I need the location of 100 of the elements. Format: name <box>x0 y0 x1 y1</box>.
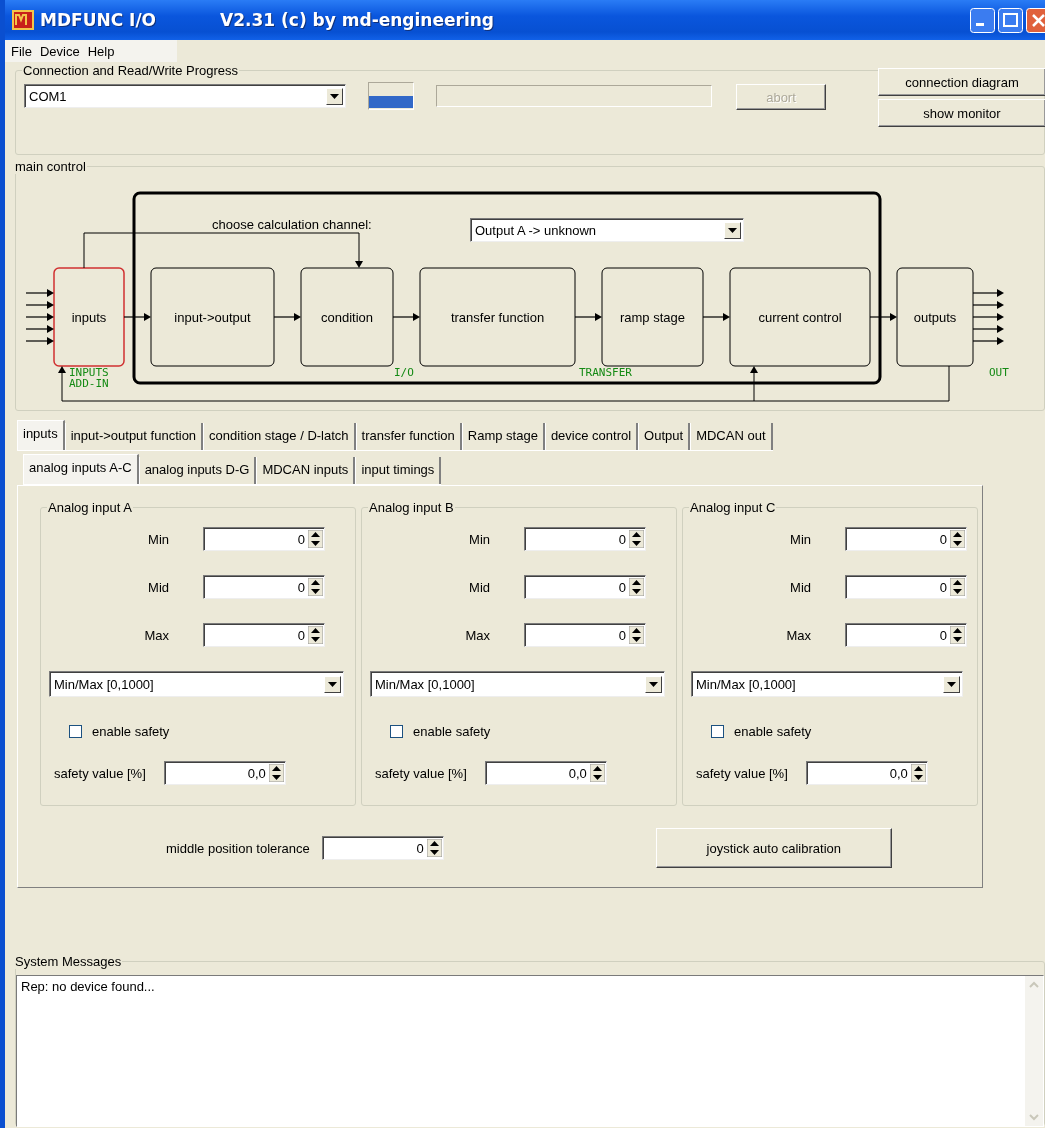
number-field[interactable]: 0,0 <box>484 761 607 785</box>
field-label: safety value [%] <box>696 765 788 781</box>
number-field[interactable]: 0 <box>203 575 325 599</box>
tab[interactable]: inputs <box>17 420 65 450</box>
dropdown-button[interactable] <box>724 221 741 239</box>
group-label: Connection and Read/Write Progress <box>22 63 240 78</box>
button[interactable]: joystick auto calibration <box>655 828 892 868</box>
number-field[interactable]: 0 <box>845 575 967 599</box>
dropdown[interactable]: COM1 <box>24 84 346 108</box>
tab[interactable]: input->output function <box>64 423 204 450</box>
stage-label: OUT <box>989 366 1009 379</box>
stage-label: INPUTS <box>69 366 109 379</box>
dropdown-button[interactable] <box>326 87 343 105</box>
field-label: Mid <box>789 579 811 595</box>
spin-buttons[interactable] <box>308 578 323 596</box>
number-field[interactable]: 0 <box>203 527 325 551</box>
checkbox[interactable] <box>69 724 82 738</box>
caret-icon <box>649 681 658 687</box>
maximize-button[interactable] <box>998 7 1023 33</box>
menu-item[interactable]: File <box>7 43 36 59</box>
number-field[interactable]: 0 <box>524 575 646 599</box>
spin-buttons[interactable] <box>308 626 323 644</box>
arrow <box>972 325 1004 333</box>
app-logo <box>12 10 34 30</box>
number-field[interactable]: 0,0 <box>163 761 286 785</box>
number-field[interactable]: 0 <box>845 623 967 647</box>
tab[interactable]: analog inputs D-G <box>138 457 257 484</box>
spin-buttons[interactable] <box>629 626 644 644</box>
spin-buttons[interactable] <box>950 626 965 644</box>
stage-label: I/O <box>394 366 414 379</box>
caret-icon <box>328 681 337 687</box>
tab[interactable]: MDCAN out <box>690 423 773 450</box>
menu-item[interactable]: Device <box>35 43 84 59</box>
spin-buttons[interactable] <box>950 530 965 548</box>
diagram-block[interactable] <box>150 267 275 367</box>
spin-buttons[interactable] <box>629 530 644 548</box>
diagram-block[interactable] <box>300 267 394 367</box>
number-field[interactable]: 0 <box>321 836 444 860</box>
menu-item[interactable]: Help <box>83 43 119 59</box>
spin-buttons[interactable] <box>268 764 284 782</box>
group-label: main control <box>14 159 87 174</box>
dropdown-button[interactable] <box>324 675 341 693</box>
diagram-block[interactable] <box>53 267 125 367</box>
arrow <box>25 301 54 309</box>
number-field[interactable]: 0 <box>524 527 646 551</box>
dropdown-button[interactable] <box>943 675 960 693</box>
arrow <box>123 313 151 321</box>
spin-buttons[interactable] <box>308 530 323 548</box>
diagram-block[interactable] <box>601 267 704 367</box>
dropdown[interactable]: Min/Max [0,1000] <box>370 671 665 697</box>
checkbox[interactable] <box>711 724 724 738</box>
stage-label: ADD-IN <box>69 377 109 390</box>
arrow <box>25 289 54 297</box>
block-label: outputs <box>913 310 957 325</box>
checkbox-label: enable safety <box>734 723 812 739</box>
spin-buttons[interactable] <box>910 764 926 782</box>
field-label: safety value [%] <box>54 765 146 781</box>
block-label: transfer function <box>450 310 545 325</box>
spin-buttons[interactable] <box>426 839 442 857</box>
arrow <box>702 313 730 321</box>
field-label: safety value [%] <box>375 765 467 781</box>
close-button[interactable] <box>1026 7 1045 33</box>
tab[interactable]: device control <box>544 423 639 450</box>
diagram-block[interactable] <box>419 267 576 367</box>
checkbox[interactable] <box>390 724 403 738</box>
diagram-block[interactable] <box>896 267 974 367</box>
button[interactable]: show monitor <box>878 99 1045 127</box>
tab[interactable]: transfer function <box>355 423 462 450</box>
checkbox-label: enable safety <box>92 723 170 739</box>
spin-buttons[interactable] <box>589 764 605 782</box>
tab[interactable]: Output <box>638 423 691 450</box>
number-field[interactable]: 0 <box>845 527 967 551</box>
number-field[interactable]: 0,0 <box>805 761 928 785</box>
button[interactable]: connection diagram <box>878 68 1045 96</box>
caret-icon <box>330 93 339 99</box>
field-label: Min <box>789 531 811 547</box>
number-field[interactable]: 0 <box>524 623 646 647</box>
tab[interactable]: MDCAN inputs <box>256 457 356 484</box>
tab[interactable]: input timings <box>355 457 442 484</box>
dropdown[interactable]: Output A -> unknown <box>470 218 744 242</box>
group-label: Analog input B <box>368 500 455 515</box>
diagram-block[interactable] <box>729 267 871 367</box>
number-field[interactable]: 0 <box>203 623 325 647</box>
arrow <box>972 289 1004 297</box>
dropdown[interactable]: Min/Max [0,1000] <box>691 671 963 697</box>
dropdown-button[interactable] <box>645 675 662 693</box>
group-label: Analog input C <box>689 500 777 515</box>
field-label: middle position tolerance <box>166 840 310 856</box>
spin-buttons[interactable] <box>629 578 644 596</box>
spin-buttons[interactable] <box>950 578 965 596</box>
field-label: Max <box>464 627 490 643</box>
minimize-button[interactable] <box>970 7 995 33</box>
tab[interactable]: Ramp stage <box>461 423 545 450</box>
tab[interactable]: condition stage / D-latch <box>203 423 356 450</box>
dropdown[interactable]: Min/Max [0,1000] <box>49 671 344 697</box>
caret-icon <box>947 681 956 687</box>
arrow <box>25 325 54 333</box>
tab[interactable]: analog inputs A-C <box>23 454 139 484</box>
stage-label: TRANSFER <box>579 366 632 379</box>
field-label: Min <box>468 531 490 547</box>
